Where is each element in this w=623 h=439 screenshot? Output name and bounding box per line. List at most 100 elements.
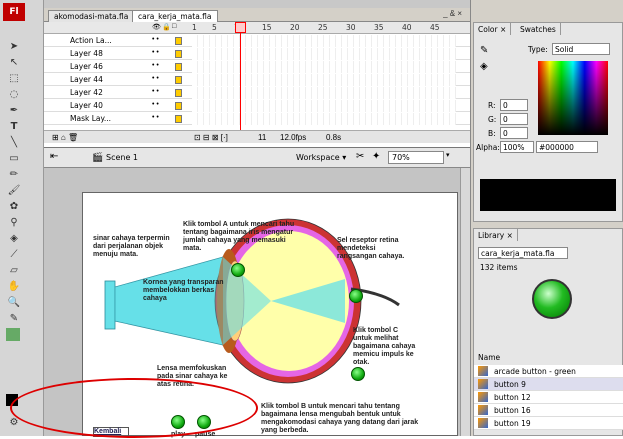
layer-visibility[interactable]: • • (152, 75, 159, 82)
list-item[interactable]: button 12 (474, 391, 623, 404)
keyframe[interactable] (175, 89, 182, 97)
keyframe[interactable] (175, 50, 182, 58)
frames[interactable] (192, 100, 456, 112)
color-spectrum[interactable] (538, 61, 608, 135)
layer-row[interactable]: Layer 40 • • (44, 100, 470, 112)
fill-color-icon[interactable] (6, 328, 20, 341)
frames[interactable] (192, 48, 456, 60)
lock-icon[interactable]: 🔒 (162, 23, 171, 31)
window-controls[interactable]: _ & × (443, 9, 462, 18)
layer-name[interactable]: Layer 42 (70, 88, 103, 97)
list-item[interactable]: button 9 (474, 378, 623, 391)
layer-name[interactable]: Layer 48 (70, 49, 103, 58)
layer-visibility[interactable]: • • (152, 101, 159, 108)
layer-name[interactable]: Layer 40 (70, 101, 103, 110)
brush-tool-icon[interactable]: 🖌 (6, 184, 22, 197)
back-icon[interactable]: ⇤ (50, 151, 58, 162)
g-field[interactable]: 0 (500, 113, 528, 125)
line-tool-icon[interactable]: ╲ (6, 136, 22, 149)
stroke-color-icon[interactable]: ✎ (480, 45, 488, 56)
vertical-scrollbar[interactable] (460, 168, 470, 436)
zoom-tool-icon[interactable]: 🔍 (6, 296, 22, 309)
deco-tool-icon[interactable]: ✿ (6, 200, 22, 213)
zoom-select[interactable]: 70% (388, 151, 444, 164)
layer-name[interactable]: Layer 46 (70, 62, 103, 71)
layer-row[interactable]: Layer 44 • • (44, 74, 470, 86)
subselection-tool-icon[interactable]: ↖ (6, 56, 22, 69)
button-b[interactable] (351, 367, 365, 381)
list-item[interactable]: button 16 (474, 404, 623, 417)
workspace-menu[interactable]: Workspace ▾ (296, 153, 346, 162)
tab-cara-kerja-mata[interactable]: cara_kerja_mata.fla (132, 10, 218, 22)
library-doc-select[interactable]: cara_kerja_mata.fla (478, 247, 568, 259)
lasso-tool-icon[interactable]: ◌ (6, 88, 22, 101)
r-label: R: (488, 101, 496, 110)
layer-name[interactable]: Action La... (70, 36, 112, 45)
keyframe[interactable] (175, 37, 182, 45)
tab-swatches[interactable]: Swatches (516, 23, 561, 35)
outline-icon[interactable]: □ (172, 23, 176, 30)
pen-tool-icon[interactable]: ✒ (6, 104, 22, 117)
layer-visibility[interactable]: • • (152, 49, 159, 56)
list-item-label: button 16 (494, 406, 531, 415)
list-item[interactable]: arcade button - green (474, 365, 623, 378)
edit-symbols-icon[interactable]: ✂ (356, 151, 364, 162)
name-column-header[interactable]: Name (478, 353, 500, 362)
layer-visibility[interactable]: • • (152, 88, 159, 95)
button-a[interactable] (231, 263, 245, 277)
frames[interactable] (192, 87, 456, 99)
keyframe[interactable] (175, 76, 182, 84)
alpha-field[interactable]: 100% (500, 141, 534, 153)
hex-field[interactable]: #000000 (536, 141, 598, 153)
frame-number: 40 (402, 23, 412, 32)
tab-akomodasi-mata[interactable]: akomodasi-mata.fla (48, 10, 135, 22)
new-layer-icon[interactable]: ⊞ ⌂ 🗑 (52, 133, 78, 142)
annotation-text: Sel reseptor retina mendeteksi rangsanga… (337, 237, 405, 260)
b-field[interactable]: 0 (500, 127, 528, 139)
onion-skin-icon[interactable]: ⊡ ⊟ ⊠ [·] (194, 133, 228, 142)
eye-icon[interactable]: 👁 (152, 23, 161, 31)
layer-row[interactable]: Layer 42 • • (44, 87, 470, 99)
layer-visibility[interactable]: • • (152, 114, 159, 121)
layer-row[interactable]: Layer 48 • • (44, 48, 470, 60)
rectangle-tool-icon[interactable]: ▭ (6, 152, 22, 165)
keyframe[interactable] (175, 102, 182, 110)
r-field[interactable]: 0 (500, 99, 528, 111)
button-c[interactable] (349, 289, 363, 303)
keyframe[interactable] (175, 63, 182, 71)
layer-row[interactable]: Mask Lay... • • (44, 113, 470, 125)
layer-row[interactable]: Layer 46 • • (44, 61, 470, 73)
text-tool-icon[interactable]: T (6, 120, 22, 133)
layer-name[interactable]: Mask Lay... (70, 114, 111, 123)
keyframe[interactable] (175, 115, 182, 123)
tab-color[interactable]: Color × (474, 23, 512, 35)
frame-number: 15 (262, 23, 272, 32)
paint-bucket-icon[interactable]: ◈ (6, 232, 22, 245)
frames[interactable] (192, 61, 456, 73)
scene-label[interactable]: Scene 1 (106, 153, 138, 162)
tab-library[interactable]: Library × (474, 229, 518, 241)
selection-tool-icon[interactable]: ➤ (6, 40, 22, 53)
frames[interactable] (192, 74, 456, 86)
layer-name[interactable]: Layer 44 (70, 75, 103, 84)
edit-scene-icon[interactable]: ✦ (372, 151, 380, 162)
layer-visibility[interactable]: • • (152, 36, 159, 43)
layer-visibility[interactable]: • • (152, 62, 159, 69)
pencil-tool-icon[interactable]: ✏ (6, 168, 22, 181)
list-item[interactable]: button 19 (474, 417, 623, 430)
flash-logo: Fl (3, 3, 25, 21)
hand-tool-icon[interactable]: ✋ (6, 280, 22, 293)
eraser-icon[interactable]: ▱ (6, 264, 22, 277)
type-select[interactable]: Solid (552, 43, 610, 55)
stroke-color-icon[interactable]: ✎ (6, 312, 22, 325)
eyedropper-icon[interactable]: ⟋ (6, 248, 22, 261)
layer-row[interactable]: Action La... • • (44, 35, 470, 47)
fill-bucket-icon[interactable]: ◈ (480, 61, 488, 72)
chevron-down-icon[interactable]: ▾ (446, 151, 456, 164)
bone-tool-icon[interactable]: ⚲ (6, 216, 22, 229)
playhead[interactable] (240, 22, 241, 138)
frames[interactable] (192, 35, 456, 47)
playhead-marker[interactable] (235, 22, 246, 33)
free-transform-tool-icon[interactable]: ⬚ (6, 72, 22, 85)
frames[interactable] (192, 113, 456, 125)
